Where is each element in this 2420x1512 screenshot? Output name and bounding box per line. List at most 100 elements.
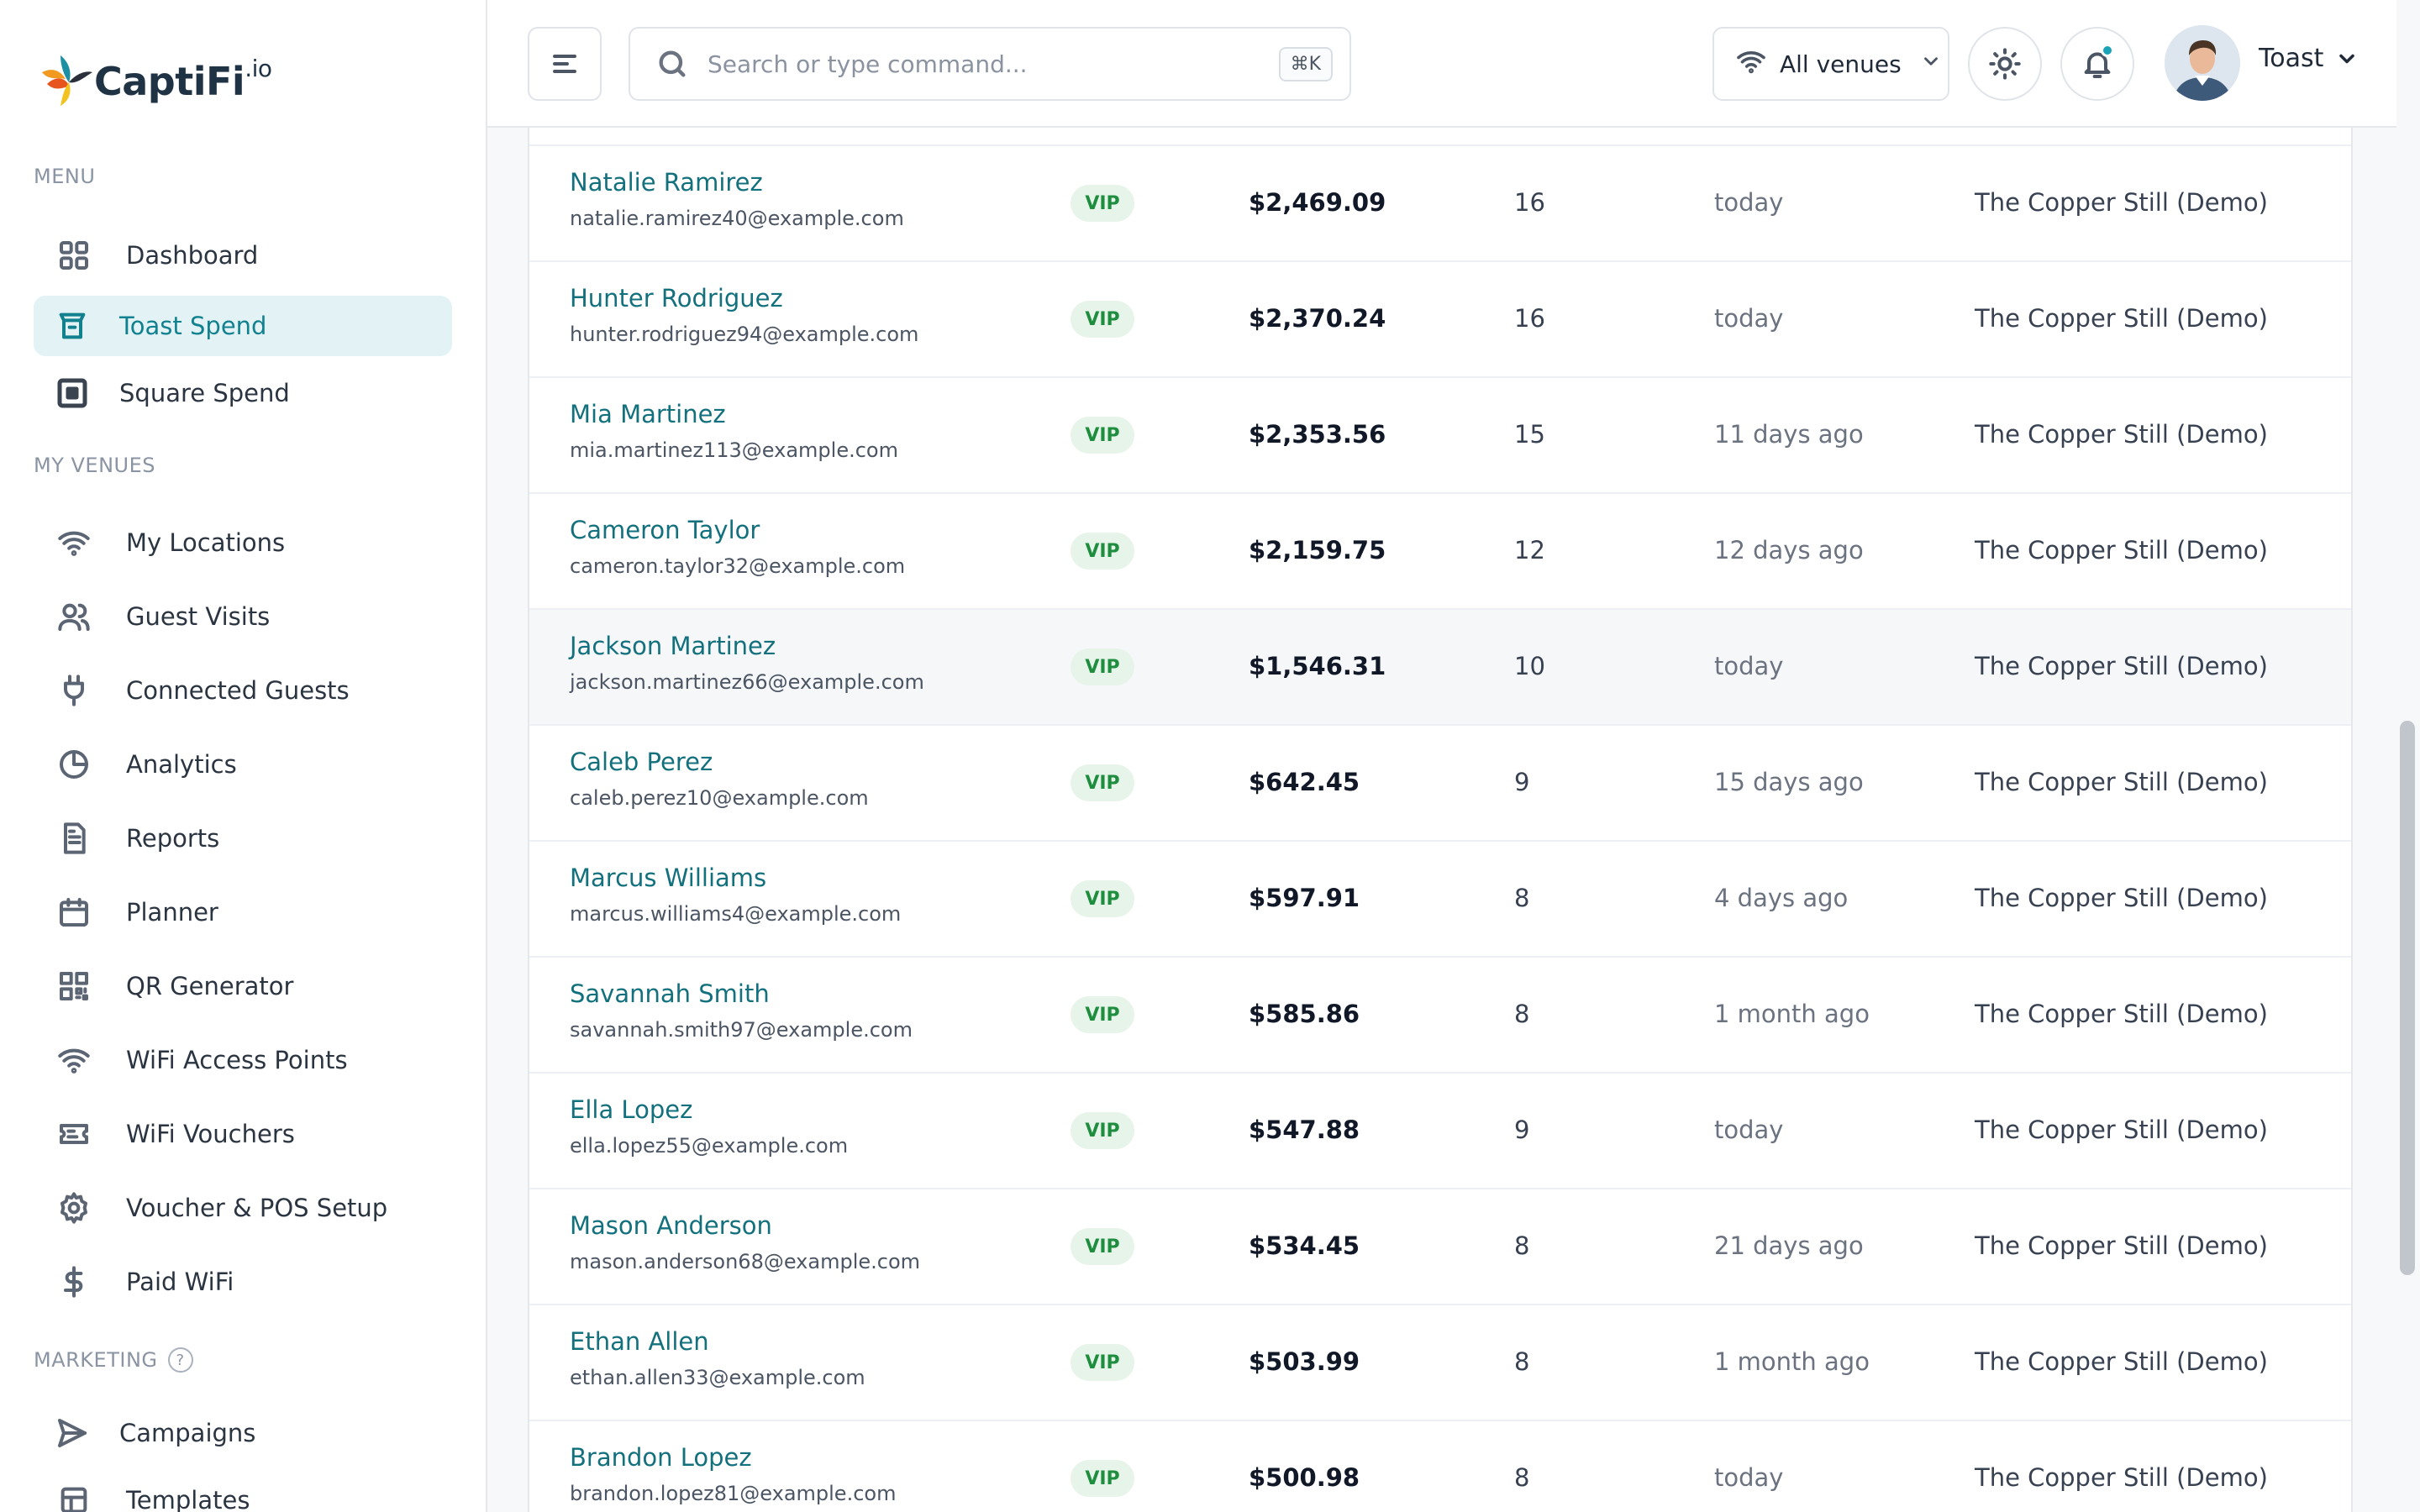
- logo[interactable]: CaptiFi.io: [35, 47, 272, 111]
- table-row[interactable]: Ethan Allen ethan.allen33@example.com VIP $…: [529, 1304, 2351, 1420]
- sidebar-item-connected-guests[interactable]: Connected Guests: [34, 660, 452, 721]
- table-row[interactable]: Caleb Perez caleb.perez10@example.com VIP $…: [529, 724, 2351, 840]
- table-row[interactable]: Natalie Ramirez natalie.ramirez40@example…: [529, 144, 2351, 260]
- guest-email: cameron.taylor32@example.com: [570, 554, 906, 578]
- sidebar-item-square-spend[interactable]: Square Spend: [34, 363, 452, 423]
- users-icon: [55, 598, 92, 635]
- scrollbar-thumb[interactable]: [2400, 721, 2415, 1275]
- total-spend: $642.45: [1249, 768, 1360, 796]
- guest-name-link[interactable]: Mia Martinez: [570, 400, 726, 428]
- last-visit: today: [1714, 188, 1784, 217]
- guest-name-link[interactable]: Hunter Rodriguez: [570, 284, 783, 312]
- search-icon: [659, 50, 686, 77]
- venue-selector-label: All venues: [1780, 50, 1902, 78]
- venues-section-label: MY VENUES: [34, 454, 155, 477]
- table-row[interactable]: Hunter Rodriguez hunter.rodriguez94@examp…: [529, 260, 2351, 376]
- guest-email: natalie.ramirez40@example.com: [570, 207, 904, 230]
- pie-chart-icon: [55, 746, 92, 783]
- total-spend: $585.86: [1249, 1000, 1360, 1028]
- vip-badge: VIP: [1071, 1344, 1134, 1381]
- sidebar-item-paid-wifi[interactable]: Paid WiFi: [34, 1252, 452, 1312]
- table-row[interactable]: Mia Martinez mia.martinez113@example.com V…: [529, 376, 2351, 492]
- vip-badge: VIP: [1071, 764, 1134, 801]
- sidebar-item-toast-spend[interactable]: Toast Spend: [34, 296, 452, 356]
- visit-count: 8: [1514, 1463, 1530, 1492]
- table-row[interactable]: Ella Lopez ella.lopez55@example.com VIP $54…: [529, 1072, 2351, 1188]
- sidebar-item-planner[interactable]: Planner: [34, 882, 452, 942]
- guest-name-link[interactable]: Natalie Ramirez: [570, 168, 763, 197]
- chevron-down-icon: [1902, 50, 1942, 78]
- last-visit: today: [1714, 304, 1784, 333]
- sidebar-item-label: Toast Spend: [119, 312, 267, 340]
- user-menu[interactable]: Toast: [2259, 44, 2359, 73]
- sidebar-item-wifi-access-points[interactable]: WiFi Access Points: [34, 1030, 452, 1090]
- table-row[interactable]: Mason Anderson mason.anderson68@example.c…: [529, 1188, 2351, 1304]
- guest-email: brandon.lopez81@example.com: [570, 1482, 897, 1505]
- sidebar-item-campaigns[interactable]: Campaigns: [34, 1403, 452, 1463]
- user-name-label: Toast: [2259, 44, 2324, 73]
- table-row[interactable]: Cameron Taylor cameron.taylor32@example.c…: [529, 492, 2351, 608]
- last-visit: 12 days ago: [1714, 536, 1864, 564]
- visit-count: 8: [1514, 884, 1530, 912]
- guest-email: jackson.martinez66@example.com: [570, 670, 924, 694]
- guest-name-link[interactable]: Jackson Martinez: [570, 632, 776, 660]
- logo-bird-icon: [42, 55, 92, 106]
- sidebar-item-templates[interactable]: Templates: [34, 1470, 452, 1512]
- sidebar-item-analytics[interactable]: Analytics: [34, 734, 452, 795]
- total-spend: $534.45: [1249, 1231, 1360, 1260]
- table-row[interactable]: Brandon Lopez brandon.lopez81@example.com…: [529, 1420, 2351, 1512]
- search-shortcut-badge: ⌘K: [1278, 47, 1333, 81]
- vip-badge: VIP: [1071, 1228, 1134, 1265]
- search-input[interactable]: [708, 50, 1245, 78]
- sidebar-item-reports[interactable]: Reports: [34, 808, 452, 869]
- sidebar-item-voucher-pos-setup[interactable]: Voucher & POS Setup: [34, 1178, 452, 1238]
- guest-email: caleb.perez10@example.com: [570, 786, 869, 810]
- sidebar-item-label: Connected Guests: [126, 676, 350, 705]
- logo-text: CaptiFi.io: [94, 54, 272, 104]
- sidebar-item-qr-generator[interactable]: QR Generator: [34, 956, 452, 1016]
- notifications-button[interactable]: [2060, 27, 2134, 101]
- sidebar-item-label: Campaigns: [119, 1419, 256, 1447]
- sidebar-item-wifi-vouchers[interactable]: WiFi Vouchers: [34, 1104, 452, 1164]
- notification-dot: [2101, 44, 2114, 57]
- sidebar-item-dashboard[interactable]: Dashboard: [34, 225, 452, 286]
- sidebar-toggle-button[interactable]: [528, 27, 602, 101]
- help-icon[interactable]: ?: [167, 1347, 193, 1373]
- venue-name: The Copper Still (Demo): [1975, 304, 2268, 333]
- guest-name-link[interactable]: Savannah Smith: [570, 979, 770, 1008]
- guest-name-link[interactable]: Brandon Lopez: [570, 1443, 752, 1472]
- guest-name-link[interactable]: Mason Anderson: [570, 1211, 772, 1240]
- send-icon: [54, 1415, 91, 1452]
- venue-name: The Copper Still (Demo): [1975, 1231, 2268, 1260]
- sidebar-item-guest-visits[interactable]: Guest Visits: [34, 586, 452, 647]
- chevron-down-icon: [2339, 54, 2355, 63]
- visit-count: 16: [1514, 188, 1545, 217]
- guest-email: mia.martinez113@example.com: [570, 438, 898, 462]
- sidebar-item-label: My Locations: [126, 528, 286, 557]
- wifi-icon: [55, 1042, 92, 1079]
- visit-count: 9: [1514, 1116, 1530, 1144]
- avatar[interactable]: [2165, 25, 2240, 101]
- theme-toggle-button[interactable]: [1968, 27, 2042, 101]
- qr-code-icon: [55, 968, 92, 1005]
- last-visit: 1 month ago: [1714, 1000, 1870, 1028]
- guest-name-link[interactable]: Cameron Taylor: [570, 516, 760, 544]
- sidebar-item-my-locations[interactable]: My Locations: [34, 512, 452, 573]
- venue-selector[interactable]: All venues: [1712, 27, 1949, 101]
- last-visit: 4 days ago: [1714, 884, 1849, 912]
- total-spend: $2,370.24: [1249, 304, 1386, 333]
- table-row[interactable]: Jackson Martinez jackson.martinez66@examp…: [529, 608, 2351, 724]
- search-bar[interactable]: ⌘K: [629, 27, 1351, 101]
- total-spend: $500.98: [1249, 1463, 1360, 1492]
- table-row[interactable]: Savannah Smith savannah.smith97@example.c…: [529, 956, 2351, 1072]
- guest-name-link[interactable]: Marcus Williams: [570, 864, 766, 892]
- guest-name-link[interactable]: Ethan Allen: [570, 1327, 709, 1356]
- total-spend: $547.88: [1249, 1116, 1360, 1144]
- vip-badge: VIP: [1071, 417, 1134, 454]
- guest-name-link[interactable]: Caleb Perez: [570, 748, 713, 776]
- visit-count: 16: [1514, 304, 1545, 333]
- table-row[interactable]: Marcus Williams marcus.williams4@example.…: [529, 840, 2351, 956]
- dollar-icon: [55, 1263, 92, 1300]
- total-spend: $2,159.75: [1249, 536, 1386, 564]
- guest-name-link[interactable]: Ella Lopez: [570, 1095, 692, 1124]
